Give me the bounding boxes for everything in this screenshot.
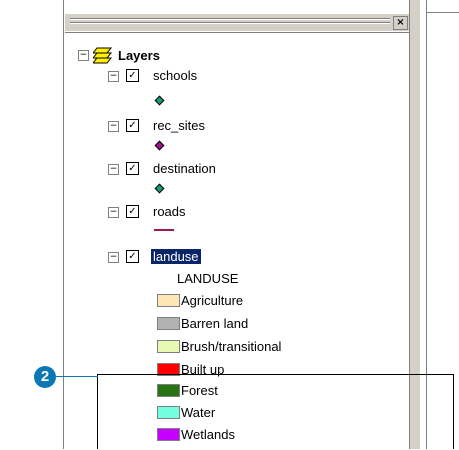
callout-number-badge: 2: [34, 366, 56, 388]
legend-label-agriculture: Agriculture: [181, 293, 244, 308]
layer-expander-roads[interactable]: −: [108, 207, 119, 218]
layer-label-roads[interactable]: roads: [153, 204, 186, 219]
layer-expander-schools[interactable]: −: [108, 71, 119, 82]
layer-label-landuse[interactable]: landuse: [151, 249, 201, 264]
root-label[interactable]: Layers: [118, 48, 160, 63]
layer-checkbox-destination[interactable]: ✓: [126, 162, 139, 175]
titlebar-grip-line: [70, 23, 390, 24]
legend-swatch-brush-transitional: [157, 340, 180, 353]
close-button[interactable]: ×: [393, 16, 408, 30]
layer-label-schools[interactable]: schools: [153, 68, 197, 83]
legend-label-barren-land: Barren land: [181, 316, 249, 331]
landuse-field-heading: LANDUSE: [177, 271, 239, 286]
legend-label-brush-transitional: Brush/transitional: [181, 339, 282, 354]
callout-box: [97, 374, 454, 449]
root-expander[interactable]: −: [78, 50, 89, 61]
layer-expander-rec-sites[interactable]: −: [108, 121, 119, 132]
layer-checkbox-landuse[interactable]: ✓: [126, 250, 139, 263]
line-symbol-roads: [154, 229, 174, 231]
layer-expander-destination[interactable]: −: [108, 164, 119, 175]
layers-stack-icon: [91, 46, 113, 64]
legend-swatch-barren-land: [157, 317, 180, 330]
layer-label-rec-sites[interactable]: rec_sites: [153, 118, 205, 133]
layer-checkbox-rec-sites[interactable]: ✓: [126, 119, 139, 132]
callout-leader-line: [56, 376, 98, 377]
titlebar-grip-line: [70, 19, 390, 20]
legend-swatch-agriculture: [157, 294, 180, 307]
layer-label-destination[interactable]: destination: [153, 161, 216, 176]
layer-checkbox-schools[interactable]: ✓: [126, 69, 139, 82]
layer-expander-landuse[interactable]: −: [108, 252, 119, 263]
layer-checkbox-roads[interactable]: ✓: [126, 205, 139, 218]
window-edge-top: [427, 12, 459, 13]
